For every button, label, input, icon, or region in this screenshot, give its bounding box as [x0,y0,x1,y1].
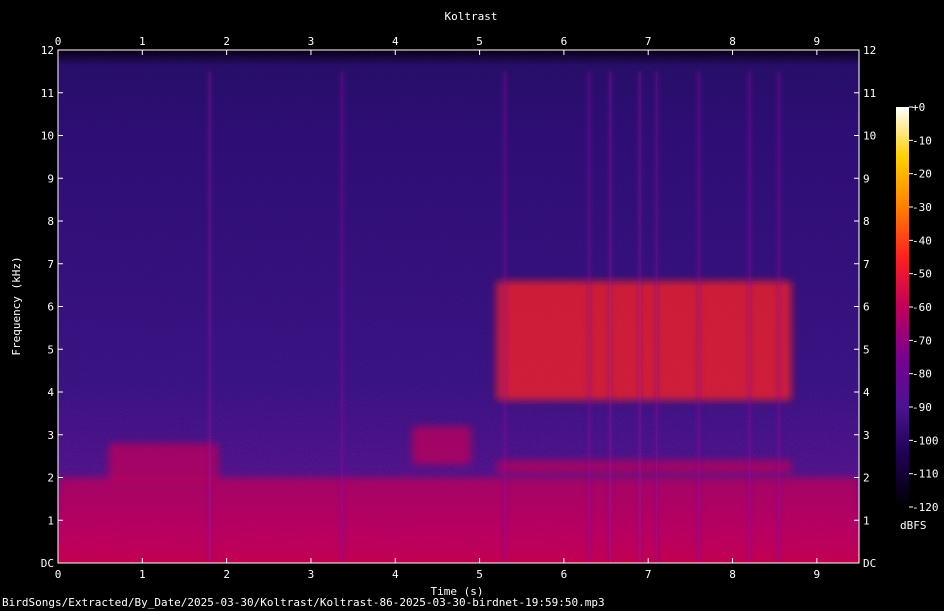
transient-line [697,71,701,563]
colorbar-tick-label: -80 [912,368,932,381]
colorbar-tick-label: -60 [912,301,932,314]
x-tick-label-top: 4 [392,35,399,48]
x-tick-label-top: 9 [814,35,821,48]
spectrogram-plot [58,50,859,563]
colorbar-tick-label: -120 [912,501,939,514]
transient-line [655,71,659,563]
y-tick-label: 10 [41,130,54,143]
y-tick-label-right: 1 [863,514,870,527]
x-tick-label: 2 [223,568,230,581]
transient-line [777,71,781,563]
y-tick-label: 1 [47,514,54,527]
y-tick-label-right: 2 [863,472,870,485]
x-tick-label-top: 1 [139,35,146,48]
x-tick-label: 0 [55,568,62,581]
x-tick-label-top: 6 [561,35,568,48]
x-tick-label: 7 [645,568,652,581]
transient-line [747,71,751,563]
y-tick-label: 8 [47,215,54,228]
colorbar-label: dBFS [900,519,927,532]
x-tick-label-top: 2 [223,35,230,48]
y-tick-label: 5 [47,343,54,356]
transient-line [503,71,507,563]
y-tick-label-right: 12 [863,44,876,57]
y-tick-label: 6 [47,301,54,314]
colorbar-tick-label: -90 [912,401,932,414]
y-tick-label: 11 [41,87,54,100]
y-tick-label-right: 11 [863,87,876,100]
file-path: BirdSongs/Extracted/By_Date/2025-03-30/K… [2,596,605,609]
y-tick-label-right: 10 [863,130,876,143]
x-tick-label: 3 [308,568,315,581]
energy-region [108,443,219,482]
y-axis-label: Frequency (kHz) [10,256,23,355]
y-tick-label: DC [41,557,54,570]
x-tick-label-top: 0 [55,35,62,48]
y-tick-label-right: 8 [863,215,870,228]
x-tick-label-top: 5 [476,35,483,48]
x-tick-label-top: 8 [729,35,736,48]
colorbar-tick-label: -100 [912,434,939,447]
energy-region [496,280,792,401]
x-tick-label: 9 [814,568,821,581]
x-tick-label: 8 [729,568,736,581]
y-tick-label-right: 7 [863,258,870,271]
transient-line [587,71,591,563]
x-tick-label: 6 [561,568,568,581]
x-tick-label: 1 [139,568,146,581]
y-tick-label-right: 3 [863,429,870,442]
transient-line [638,71,642,563]
colorbar-tick-label: -70 [912,334,932,347]
chart-title: Koltrast [445,10,498,23]
transient-line [340,71,344,563]
energy-region [496,460,792,474]
y-tick-label-right: 5 [863,343,870,356]
colorbar-tick-label: -30 [912,201,932,214]
x-tick-label: 5 [476,568,483,581]
y-tick-label-right: 4 [863,386,870,399]
y-tick-label: 4 [47,386,54,399]
colorbar-tick-label: -10 [912,134,932,147]
energy-region [58,477,859,563]
colorbar-tick-label: -20 [912,168,932,181]
colorbar [896,107,909,507]
transient-line [208,71,212,563]
colorbar-tick-label: -110 [912,468,939,481]
colorbar-tick-label: +0 [912,101,925,114]
y-tick-label: 9 [47,172,54,185]
y-tick-label-right: DC [863,557,876,570]
y-tick-label-right: 6 [863,301,870,314]
colorbar-tick-label: -50 [912,268,932,281]
colorbar-tick-label: -40 [912,234,932,247]
spectrogram-chart: Koltrast 0123456789 0123456789 DC1234567… [10,10,939,598]
y-tick-label-right: 9 [863,172,870,185]
x-tick-label: 4 [392,568,399,581]
y-tick-label: 12 [41,44,54,57]
x-tick-label-top: 7 [645,35,652,48]
x-tick-label-top: 3 [308,35,315,48]
y-tick-label: 7 [47,258,54,271]
transient-line [608,71,612,563]
y-tick-label: 2 [47,472,54,485]
energy-region [412,426,472,465]
y-tick-label: 3 [47,429,54,442]
